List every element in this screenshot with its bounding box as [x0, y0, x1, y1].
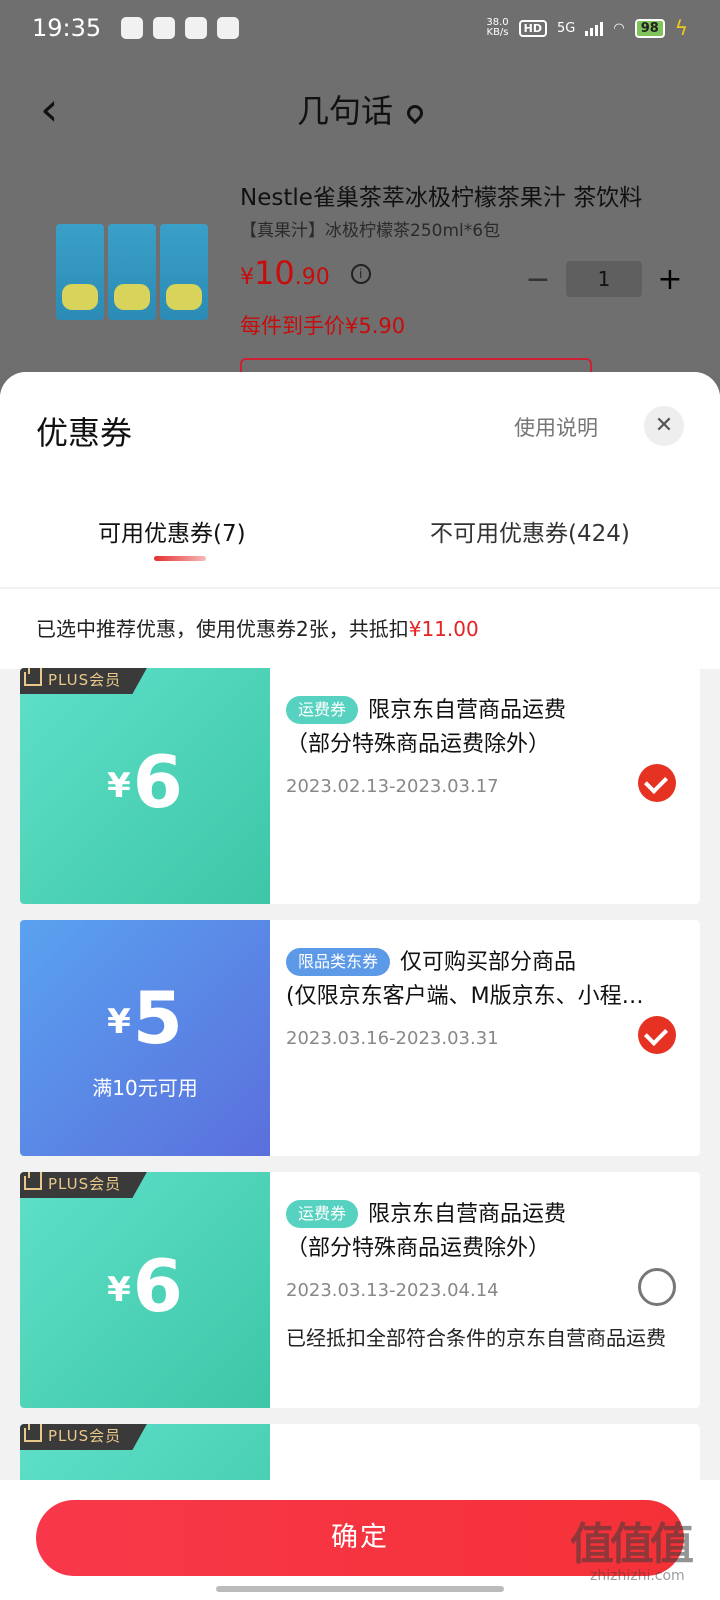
coupon-title: 限品类东券 仅可购买部分商品	[286, 944, 576, 976]
location-icon[interactable]	[403, 101, 427, 125]
plus-member-badge: PLUS会员	[20, 1424, 148, 1450]
watermark-url: zhizhizhi.com	[590, 1568, 685, 1584]
tab-available-coupons[interactable]: 可用优惠券(7)	[98, 514, 246, 548]
package-illustration	[160, 224, 208, 320]
paper-plane-icon	[121, 17, 144, 39]
watermark-logo: 值值值	[570, 1519, 694, 1570]
coupon-card[interactable]: ¥5 满10元可用 限品类东券 仅可购买部分商品 (仅限京东客户端、M版京东、小程…	[20, 920, 700, 1156]
coupon-amount-panel: ¥5 满10元可用	[20, 920, 270, 1156]
quantity-stepper: − 1 +	[520, 261, 688, 297]
net-speed: 38.0 KB/s	[486, 18, 508, 38]
battery-icon: 98	[634, 18, 665, 38]
close-icon: ✕	[654, 413, 674, 438]
status-time: 19:35	[32, 14, 102, 42]
amount-value: 6	[132, 740, 183, 824]
product-price: ¥10.90 i	[240, 254, 371, 292]
crown-icon	[24, 1424, 42, 1442]
coupon-card[interactable]: ¥6 PLUS会员 运费券 限京东自营商品运费 （部分特殊商品运费除外） 2023…	[20, 668, 700, 904]
coupon-threshold: 满10元可用	[92, 1076, 198, 1100]
increase-button[interactable]: +	[652, 262, 688, 297]
coupon-type-badge: 运费券	[286, 1200, 359, 1228]
coupon-amount-panel: ¥6	[20, 668, 270, 904]
summary-amount: ¥11.00	[408, 617, 479, 641]
coupon-title-text: 仅可购买部分商品	[400, 950, 577, 975]
coupon-validity: 2023.03.16-2023.03.31	[286, 1028, 499, 1049]
price-integer: 10	[254, 254, 295, 292]
wechat-icon	[217, 17, 240, 39]
coupon-subtitle: (仅限京东客户端、M版京东、小程序)	[286, 984, 646, 1009]
notification-icons	[121, 17, 240, 39]
close-button[interactable]: ✕	[644, 406, 684, 446]
usage-instructions-link[interactable]: 使用说明	[514, 412, 598, 442]
package-illustration	[108, 224, 156, 320]
coupon-sheet: 优惠券 使用说明 ✕ 可用优惠券(7) 不可用优惠券(424) 已选中推荐优惠，…	[0, 372, 720, 1600]
amount-value: 5	[132, 976, 183, 1060]
active-tab-indicator	[154, 556, 206, 561]
mail-icon	[153, 17, 176, 39]
product-name: Nestle雀巢茶萃冰极柠檬茶果汁 茶饮料	[240, 185, 643, 211]
crown-icon	[24, 668, 42, 686]
crown-icon	[24, 1172, 42, 1190]
yen-symbol: ¥	[107, 1002, 131, 1042]
product-spec: 【真果汁】冰极柠檬茶250ml*6包	[240, 221, 501, 241]
coupon-checkbox-checked[interactable]	[638, 1016, 676, 1054]
price-symbol: ¥	[240, 265, 254, 290]
sheet-header: 优惠券 使用说明 ✕ 可用优惠券(7) 不可用优惠券(424)	[0, 372, 720, 587]
package-illustration	[56, 224, 104, 320]
coupon-note: 已经抵扣全部符合条件的京东自营商品运费	[286, 1326, 666, 1350]
amount-value: 6	[132, 1244, 183, 1328]
coupon-checkbox-checked[interactable]	[638, 764, 676, 802]
plus-label: PLUS会员	[48, 671, 122, 689]
plus-member-badge: PLUS会员	[20, 1172, 148, 1198]
network-type: 5G	[557, 20, 576, 36]
info-icon[interactable]: i	[350, 264, 371, 284]
plus-member-badge: PLUS会员	[20, 668, 148, 694]
status-bar: 19:35 38.0 KB/s HD 5G ◠ 98 ϟ	[0, 0, 720, 56]
status-indicators: 38.0 KB/s HD 5G ◠ 98 ϟ	[486, 16, 688, 40]
page-title: 几句话	[0, 86, 720, 132]
coupon-type-badge: 运费券	[286, 696, 359, 724]
home-indicator[interactable]	[216, 1586, 504, 1592]
compass-icon	[185, 17, 208, 39]
coupon-details: 运费券 限京东自营商品运费 （部分特殊商品运费除外） 2023.03.13-202…	[286, 1172, 700, 1408]
page-title-text: 几句话	[296, 92, 393, 130]
coupon-amount: ¥6	[20, 740, 270, 824]
quantity-field[interactable]: 1	[566, 261, 642, 297]
charging-icon: ϟ	[674, 16, 688, 40]
coupon-subtitle: （部分特殊商品运费除外）	[286, 1236, 551, 1261]
coupon-title: 运费券 限京东自营商品运费	[286, 692, 566, 724]
plus-label: PLUS会员	[48, 1427, 122, 1445]
tab-unavailable-coupons[interactable]: 不可用优惠券(424)	[430, 514, 630, 548]
coupon-title-text: 限京东自营商品运费	[368, 1202, 567, 1227]
coupon-subtitle: （部分特殊商品运费除外）	[286, 732, 551, 757]
coupon-validity: 2023.02.13-2023.03.17	[286, 776, 499, 797]
signal-icon	[585, 20, 604, 36]
wifi-icon: ◠	[613, 20, 625, 36]
coupon-amount: ¥5	[20, 976, 270, 1060]
summary-text: 已选中推荐优惠，使用优惠券2张，共抵扣	[36, 617, 409, 641]
yen-symbol: ¥	[107, 1270, 131, 1310]
coupon-amount-panel: ¥6	[20, 1172, 270, 1408]
per-item-price: 每件到手价¥5.90	[240, 314, 406, 338]
price-decimal: .90	[294, 265, 330, 290]
coupon-title: 运费券 限京东自营商品运费	[286, 1196, 566, 1228]
coupon-checkbox-unchecked[interactable]	[638, 1268, 676, 1306]
decrease-button[interactable]: −	[520, 262, 556, 297]
product-image[interactable]	[56, 224, 208, 344]
yen-symbol: ¥	[107, 766, 131, 806]
coupon-type-badge: 限品类东券	[286, 948, 391, 976]
selection-summary: 已选中推荐优惠，使用优惠券2张，共抵扣¥11.00	[0, 589, 720, 669]
coupon-amount: ¥6	[20, 1244, 270, 1328]
hd-badge: HD	[518, 19, 547, 37]
plus-label: PLUS会员	[48, 1175, 122, 1193]
coupon-details: 限品类东券 仅可购买部分商品 (仅限京东客户端、M版京东、小程序) 2023.03…	[286, 920, 700, 1156]
net-speed-unit: KB/s	[486, 27, 509, 38]
product-page-background: ‹ 几句话 Nestle雀巢茶萃冰极柠檬茶果汁 茶饮料 【真果汁】冰极柠檬茶25…	[0, 56, 720, 388]
sheet-title: 优惠券	[36, 414, 133, 452]
coupon-title-text: 限京东自营商品运费	[368, 698, 567, 723]
coupon-validity: 2023.03.13-2023.04.14	[286, 1280, 499, 1301]
coupon-details: 运费券 限京东自营商品运费 （部分特殊商品运费除外） 2023.02.13-202…	[286, 668, 700, 904]
coupon-card[interactable]: ¥6 PLUS会员 运费券 限京东自营商品运费 （部分特殊商品运费除外） 2023…	[20, 1172, 700, 1408]
